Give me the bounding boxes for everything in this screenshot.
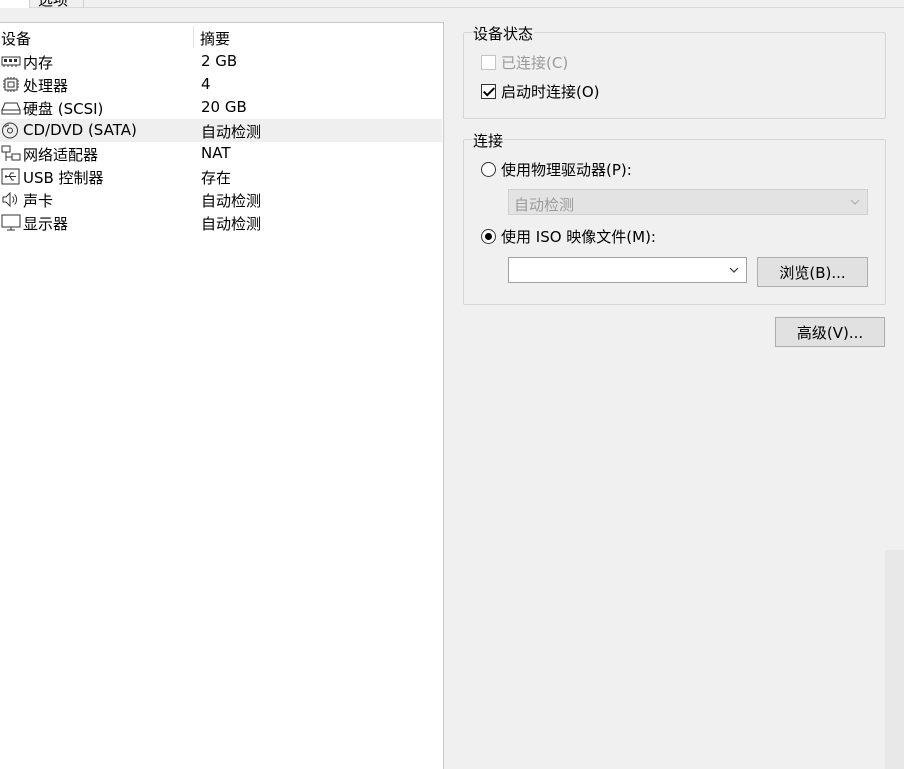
- network-adapter-icon: [1, 145, 21, 161]
- chevron-down-icon[interactable]: [729, 265, 739, 275]
- checkmark-icon: [481, 84, 496, 99]
- iso-path-combobox[interactable]: [508, 257, 747, 283]
- cd-dvd-icon: [2, 122, 18, 139]
- device-name: 硬盘 (SCSI): [23, 100, 104, 118]
- iso-file-radio[interactable]: 使用 ISO 映像文件(M):: [481, 226, 656, 247]
- connection-group: 连接 使用物理驱动器(P): 自动检测 使用 ISO 映像文件(M): 浏览(B…: [463, 130, 886, 305]
- device-row-hard-disk[interactable]: 硬盘 (SCSI) 20 GB: [0, 96, 442, 119]
- device-name: 网络适配器: [23, 146, 99, 164]
- device-row-cd-dvd[interactable]: CD/DVD (SATA) 自动检测: [0, 119, 442, 142]
- device-name: CD/DVD (SATA): [23, 121, 137, 139]
- hard-disk-icon: [1, 102, 21, 115]
- memory-icon: [1, 56, 21, 67]
- connect-at-poweron-label: 启动时连接(O): [501, 83, 600, 101]
- vm-settings-dialog: 选项 设备 摘要 内存 2 GB: [0, 0, 904, 769]
- tab-options[interactable]: 选项: [30, 0, 84, 8]
- device-summary: 4: [201, 75, 211, 93]
- column-separator[interactable]: [193, 26, 194, 48]
- connected-checkbox-box: [481, 55, 496, 70]
- device-row-sound[interactable]: 声卡 自动检测: [0, 188, 442, 211]
- physical-drive-label: 使用物理驱动器(P):: [501, 161, 632, 179]
- usb-icon: [1, 168, 20, 185]
- device-row-network-adapter[interactable]: 网络适配器 NAT: [0, 142, 442, 165]
- column-header-device[interactable]: 设备: [1, 28, 31, 49]
- device-summary: 20 GB: [201, 98, 247, 116]
- device-summary: NAT: [201, 144, 231, 162]
- device-row-usb[interactable]: USB 控制器 存在: [0, 165, 442, 188]
- device-summary: 2 GB: [201, 52, 238, 70]
- device-name: 内存: [23, 54, 54, 72]
- device-summary: 自动检测: [201, 215, 262, 233]
- physical-drive-value: 自动检测: [514, 196, 575, 214]
- device-name: USB 控制器: [23, 169, 104, 187]
- processor-icon: [3, 77, 19, 92]
- device-row-display[interactable]: 显示器 自动检测: [0, 211, 442, 234]
- advanced-button[interactable]: 高级(V)...: [775, 317, 885, 347]
- advanced-label: 高级(V)...: [796, 323, 864, 342]
- tab-strip: 选项: [0, 0, 904, 8]
- connected-label: 已连接(C): [501, 54, 569, 72]
- sound-icon: [2, 191, 18, 208]
- physical-drive-select[interactable]: 自动检测: [508, 189, 868, 215]
- device-status-group: 设备状态 已连接(C) 启动时连接(O): [463, 23, 886, 119]
- device-list-header: 设备 摘要: [0, 24, 442, 48]
- browse-button[interactable]: 浏览(B)...: [757, 257, 868, 287]
- column-header-summary[interactable]: 摘要: [200, 28, 230, 49]
- connected-checkbox[interactable]: 已连接(C): [481, 52, 568, 73]
- device-summary: 存在: [201, 169, 232, 187]
- connection-title: 连接: [472, 130, 505, 151]
- chevron-down-icon: [850, 199, 860, 205]
- tab-options-label: 选项: [38, 0, 68, 8]
- iso-file-label: 使用 ISO 映像文件(M):: [501, 228, 656, 246]
- device-status-title: 设备状态: [472, 23, 535, 44]
- connect-at-poweron-checkbox[interactable]: 启动时连接(O): [481, 81, 600, 102]
- scrollbar-thumb[interactable]: [885, 550, 904, 769]
- tab-hardware[interactable]: [0, 0, 30, 8]
- device-summary: 自动检测: [201, 192, 262, 210]
- device-list: 设备 摘要 内存 2 GB 处理器 4 硬盘 (SCSI) 20 GB CD/D…: [0, 22, 444, 769]
- device-name: 声卡: [23, 192, 54, 210]
- device-summary: 自动检测: [201, 123, 262, 141]
- physical-drive-radio[interactable]: 使用物理驱动器(P):: [481, 159, 632, 180]
- device-row-memory[interactable]: 内存 2 GB: [0, 50, 442, 73]
- device-name: 处理器: [23, 77, 69, 95]
- device-name: 显示器: [23, 215, 69, 233]
- radio-dot-selected: [481, 229, 496, 244]
- display-icon: [1, 214, 21, 231]
- radio-dot: [481, 162, 496, 177]
- device-row-processor[interactable]: 处理器 4: [0, 73, 442, 96]
- browse-label: 浏览(B)...: [779, 263, 846, 282]
